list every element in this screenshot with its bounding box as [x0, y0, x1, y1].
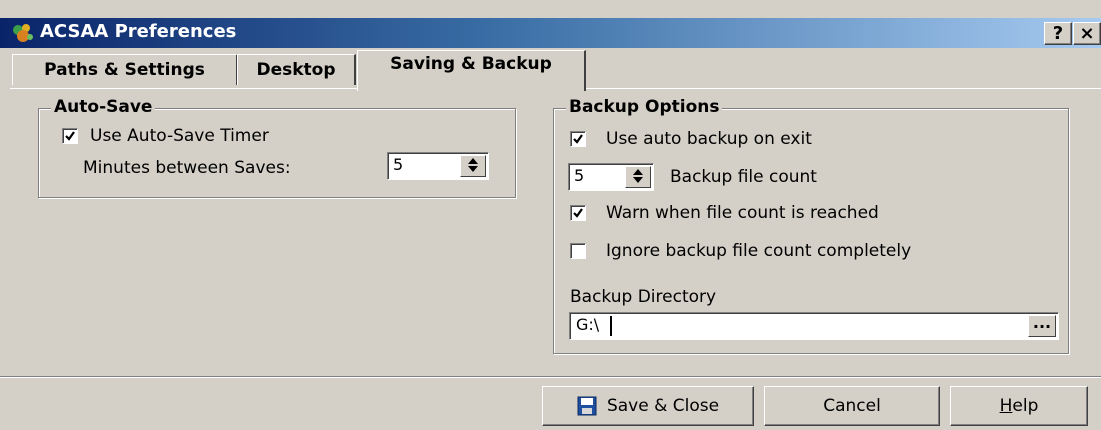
help-accelerator: H [999, 396, 1013, 416]
help-caption-button[interactable]: ? [1044, 22, 1072, 45]
check-icon [573, 208, 583, 218]
minutes-between-saves-spinner[interactable]: 5 [387, 152, 489, 180]
save-close-label: Save & Close [606, 396, 720, 416]
warn-file-count-checkbox[interactable] [570, 205, 586, 221]
use-autosave-timer-label: Use Auto-Save Timer [90, 126, 269, 146]
ignore-file-count-label: Ignore backup file count completely [606, 241, 912, 261]
auto-backup-label: Use auto backup on exit [606, 129, 812, 149]
save-close-button[interactable]: Save & Close [542, 386, 754, 426]
autosave-group-title: Auto-Save [51, 97, 156, 117]
floppy-disk-icon [577, 396, 597, 416]
app-icon [13, 24, 33, 42]
auto-backup-checkbox[interactable] [570, 131, 586, 147]
title-bar: ACSAA Preferences ? × [0, 18, 1101, 48]
backup-directory-input[interactable]: G:\ ... [569, 312, 1059, 340]
minutes-between-saves-label: Minutes between Saves: [83, 158, 291, 178]
bottom-divider [0, 376, 1101, 378]
help-button[interactable]: Help [950, 386, 1088, 426]
backup-directory-label: Backup Directory [570, 287, 717, 307]
backup-directory-value: G:\ [576, 315, 600, 334]
backup-file-count-spinner[interactable]: 5 [568, 163, 654, 191]
close-caption-button[interactable]: × [1073, 22, 1101, 45]
spinner-arrows-icon[interactable] [625, 166, 651, 188]
minutes-between-saves-value: 5 [393, 155, 404, 174]
check-icon [65, 131, 75, 141]
tab-desktop[interactable]: Desktop [237, 54, 356, 85]
browse-button[interactable]: ... [1028, 315, 1056, 337]
backup-options-group-title: Backup Options [566, 97, 723, 117]
backup-file-count-value: 5 [574, 166, 585, 185]
check-icon [573, 134, 583, 144]
warn-file-count-label: Warn when file count is reached [606, 203, 879, 223]
cancel-button[interactable]: Cancel [764, 386, 940, 426]
ignore-file-count-checkbox[interactable] [570, 243, 586, 259]
use-autosave-timer-checkbox[interactable] [62, 128, 78, 144]
tab-saving-backup[interactable]: Saving & Backup [357, 50, 586, 91]
tab-paths-settings[interactable]: Paths & Settings [12, 54, 238, 85]
window-title: ACSAA Preferences [40, 21, 237, 42]
backup-file-count-label: Backup file count [670, 167, 817, 187]
help-label-rest: elp [1012, 396, 1039, 416]
spinner-arrows-icon[interactable] [460, 155, 486, 177]
text-caret [610, 316, 612, 336]
